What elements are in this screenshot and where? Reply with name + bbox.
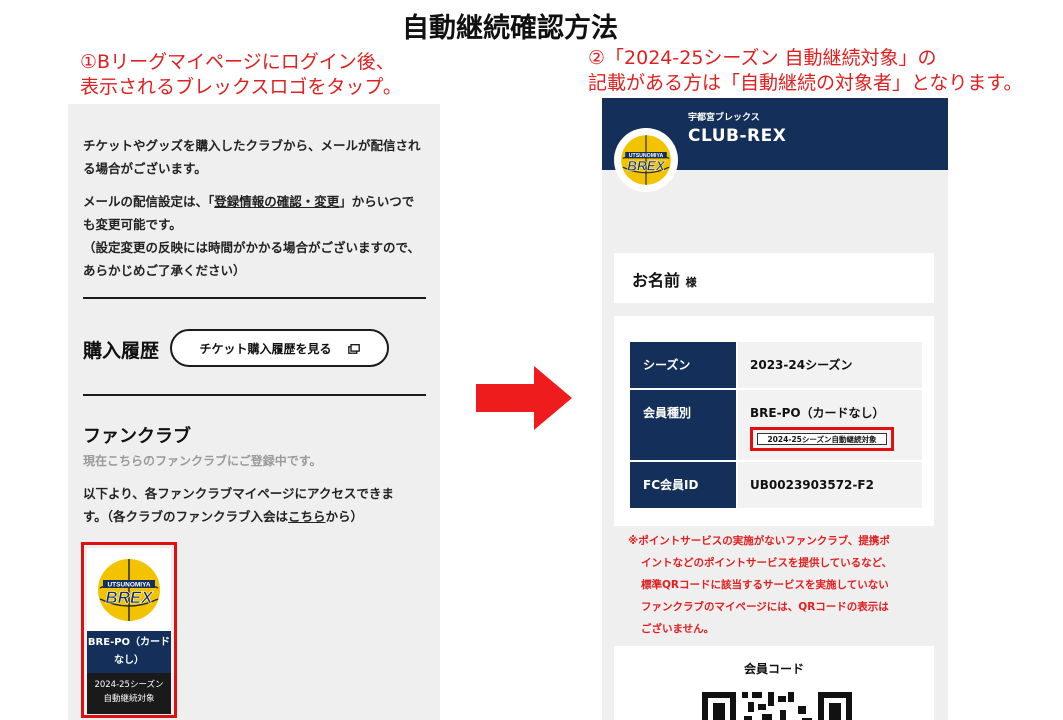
table-row: FC会員ID UB0023903572-F2 bbox=[630, 462, 922, 508]
member-name: お名前 様 bbox=[632, 267, 697, 291]
step-2-instruction: ②「2024-25シーズン 自動継続対象」の 記載がある方は「自動継続の対象者」… bbox=[588, 46, 1023, 96]
fanclub-join-link[interactable]: こちら bbox=[288, 509, 326, 524]
table-row: 会員種別 BRE-PO（カードなし） 2024-25シーズン自動継続対象 bbox=[630, 390, 922, 460]
mail-settings-line-4: あらかじめご了承ください） bbox=[83, 263, 246, 278]
divider bbox=[83, 297, 426, 299]
auto-renewal-tag: 2024-25シーズン自動継続対象 bbox=[757, 433, 887, 445]
step-1-line-2: 表示されるブレックスロゴをタップ。 bbox=[80, 76, 402, 98]
purchase-history-heading: 購入履歴 bbox=[83, 340, 160, 362]
access-line-1: 以下より、各ファンクラブマイページにアクセスできま bbox=[83, 486, 394, 501]
step-1-line-1: ①Bリーグマイページにログイン後、 bbox=[80, 51, 395, 73]
mypage-screen: チケットやグッズを購入したクラブから、メールが配信され る場合がございます。 メ… bbox=[68, 104, 440, 720]
row-value: UB0023903572-F2 bbox=[738, 462, 922, 508]
member-name-card: お名前 様 bbox=[614, 253, 934, 303]
row-label: シーズン bbox=[630, 342, 736, 388]
notice-line: ※ポイントサービスの実施がないファンクラブ、提携ポ bbox=[628, 535, 890, 547]
notice-line: ございません。 bbox=[641, 623, 715, 635]
row-value: BRE-PO（カードなし） bbox=[750, 406, 885, 420]
step-1-instruction: ①Bリーグマイページにログイン後、 表示されるブレックスロゴをタップ。 bbox=[80, 50, 402, 100]
step-2-line-1: ②「2024-25シーズン 自動継続対象」の bbox=[588, 47, 937, 69]
row-label: FC会員ID bbox=[630, 462, 736, 508]
qr-code-icon bbox=[702, 686, 852, 720]
divider bbox=[83, 394, 426, 396]
club-subtitle: 宇都宮ブレックス bbox=[688, 113, 760, 123]
notice-line: ファンクラブのマイページには、QRコードの表示は bbox=[641, 601, 889, 613]
mail-notice: チケットやグッズを購入したクラブから、メールが配信され る場合がございます。 bbox=[83, 134, 428, 180]
logo-main-text: BREX bbox=[627, 158, 666, 173]
mail-settings-line-2: も変更可能です。 bbox=[83, 217, 182, 232]
highlight-box bbox=[81, 542, 177, 718]
member-name-text: お名前 bbox=[632, 271, 681, 290]
access-line-2-prefix: す。（各クラブのファンクラブ入会は bbox=[83, 509, 289, 524]
fanclub-mypage-screen: 宇都宮ブレックス CLUB-REX UTSUNOMIYA BREX お名前 様 … bbox=[602, 98, 948, 720]
step-2-line-2: 記載がある方は「自動継続の対象者」となります。 bbox=[588, 72, 1023, 94]
row-label: 会員種別 bbox=[630, 390, 736, 460]
row-value: 2023-24シーズン bbox=[738, 342, 922, 388]
mail-notice-line-1: チケットやグッズを購入したクラブから、メールが配信され bbox=[83, 138, 421, 153]
table-row: シーズン 2023-24シーズン bbox=[630, 342, 922, 388]
access-line-2: す。（各クラブのファンクラブ入会はこちらから） bbox=[83, 505, 428, 528]
registered-status: 現在こちらのファンクラブにご登録中です。 bbox=[83, 454, 322, 468]
mail-settings-line-1: メールの配信設定は、「登録情報の確認・変更」からいつで bbox=[83, 190, 428, 213]
member-code-label: 会員コード bbox=[743, 662, 804, 676]
qr-code-notice: ※ポイントサービスの実施がないファンクラブ、提携ポ イントなどのポイントサービス… bbox=[628, 530, 928, 640]
mail-settings-line-3: （設定変更の反映には時間がかかる場合がございますので、 bbox=[83, 240, 421, 255]
arrow-right-icon bbox=[476, 366, 572, 434]
external-link-icon bbox=[347, 343, 360, 354]
brex-logo: UTSUNOMIYA BREX bbox=[614, 128, 678, 192]
highlight-box: 2024-25シーズン自動継続対象 bbox=[750, 427, 894, 451]
fanclub-access-text: 以下より、各ファンクラブマイページにアクセスできま す。（各クラブのファンクラブ… bbox=[83, 482, 428, 528]
registration-info-link[interactable]: 登録情報の確認・変更 bbox=[214, 194, 339, 209]
row-value-cell: BRE-PO（カードなし） 2024-25シーズン自動継続対象 bbox=[738, 390, 922, 460]
access-line-2-suffix: から） bbox=[325, 509, 364, 524]
ticket-history-button[interactable]: チケット購入履歴を見る bbox=[170, 329, 389, 367]
member-info-table: シーズン 2023-24シーズン 会員種別 BRE-PO（カードなし） 2024… bbox=[614, 316, 934, 526]
club-name: CLUB-REX bbox=[688, 126, 787, 146]
fanclub-heading: ファンクラブ bbox=[83, 426, 191, 447]
honorific: 様 bbox=[685, 276, 697, 289]
member-code-card: 会員コード bbox=[614, 646, 934, 720]
mail-notice-line-2: る場合がございます。 bbox=[83, 161, 207, 176]
ticket-history-button-label: チケット購入履歴を見る bbox=[199, 341, 332, 356]
mail-settings-suffix: 」からいつで bbox=[339, 194, 415, 209]
page-title: 自動継続確認方法 bbox=[402, 13, 618, 44]
mail-settings-prefix: メールの配信設定は、「 bbox=[83, 194, 215, 209]
notice-line: 標準QRコードに該当するサービスを実施していない bbox=[641, 579, 889, 591]
notice-line: イントなどのポイントサービスを提供しているなど、 bbox=[641, 557, 893, 569]
mail-settings-notice: メールの配信設定は、「登録情報の確認・変更」からいつで も変更可能です。 （設定… bbox=[83, 190, 428, 282]
